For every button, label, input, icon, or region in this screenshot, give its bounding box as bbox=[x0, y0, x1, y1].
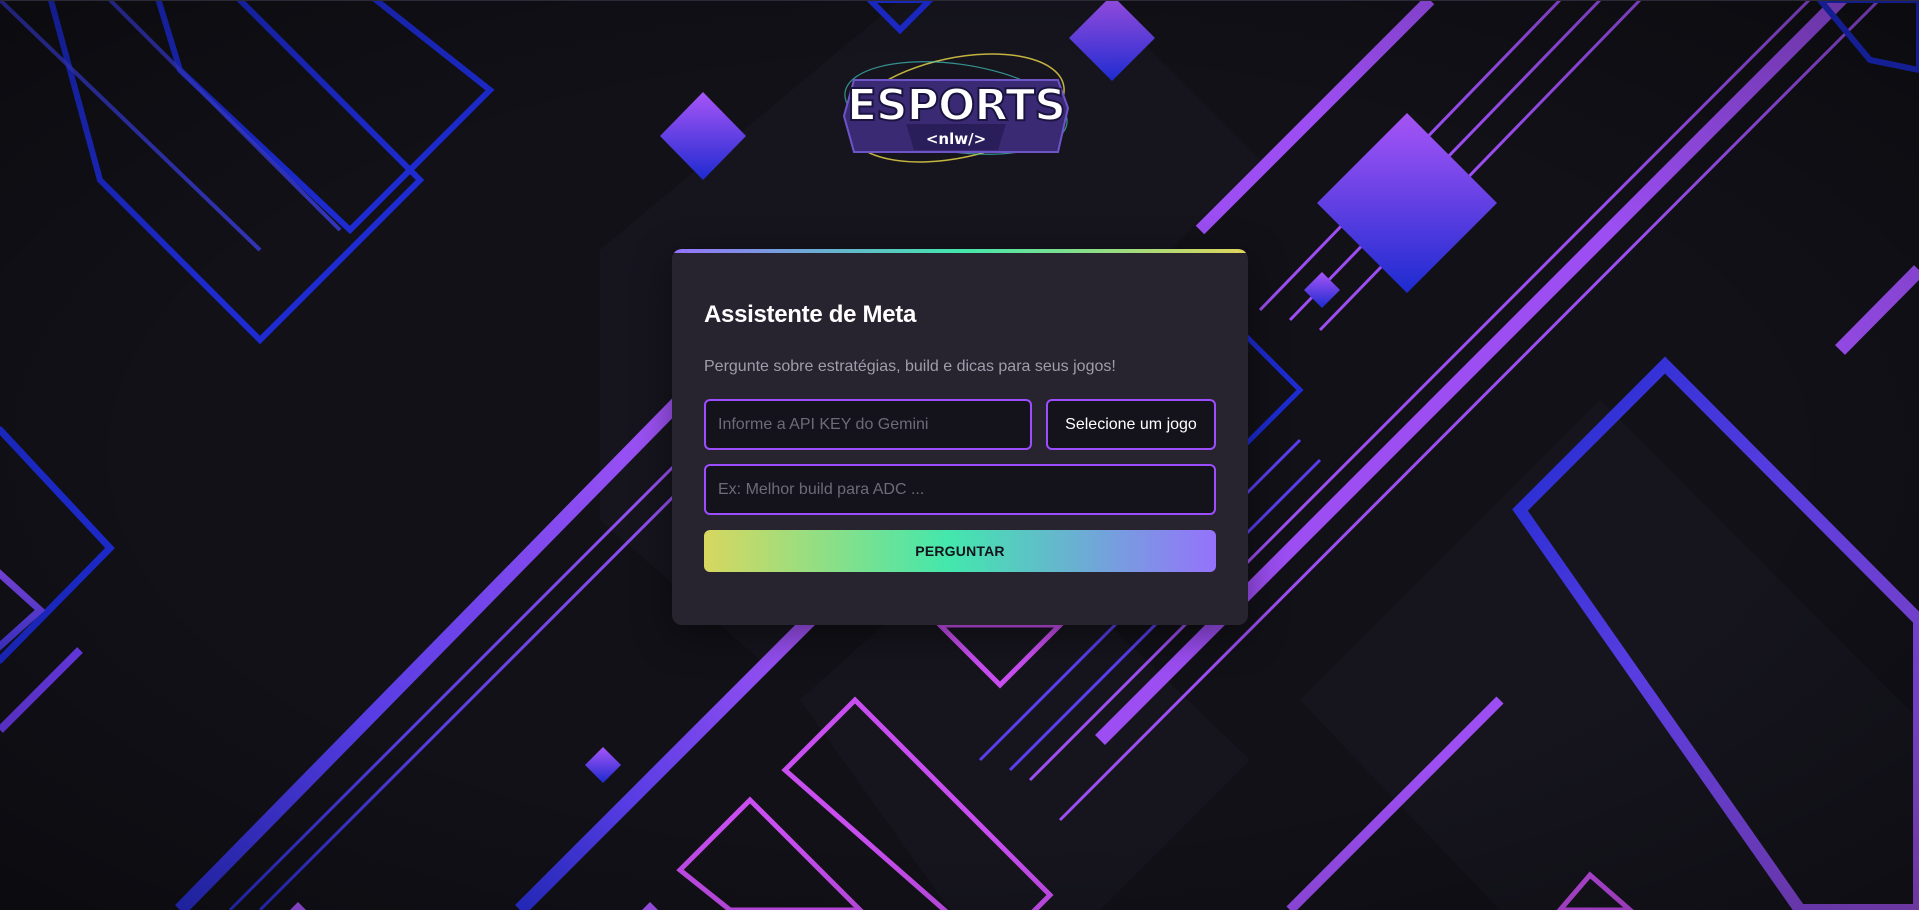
game-select-label: Selecione um jogo bbox=[1065, 415, 1197, 433]
card-title: Assistente de Meta bbox=[704, 301, 917, 328]
card-inputs-row: Selecione um jogo bbox=[704, 399, 1216, 450]
ask-button[interactable]: PERGUNTAR bbox=[704, 530, 1216, 572]
game-select[interactable]: Selecione um jogo bbox=[1046, 399, 1216, 450]
logo-title: ESPORTS bbox=[847, 80, 1065, 131]
logo-subtitle: <nlw/> bbox=[926, 130, 986, 148]
assistant-card: Assistente de Meta Pergunte sobre estrat… bbox=[672, 249, 1248, 625]
question-input[interactable] bbox=[704, 464, 1216, 515]
card-description: Pergunte sobre estratégias, build e dica… bbox=[704, 358, 1116, 375]
esports-logo: ESPORTS <nlw/> bbox=[842, 53, 1070, 163]
api-key-input[interactable] bbox=[704, 399, 1032, 450]
card-gradient-border bbox=[672, 249, 1248, 253]
